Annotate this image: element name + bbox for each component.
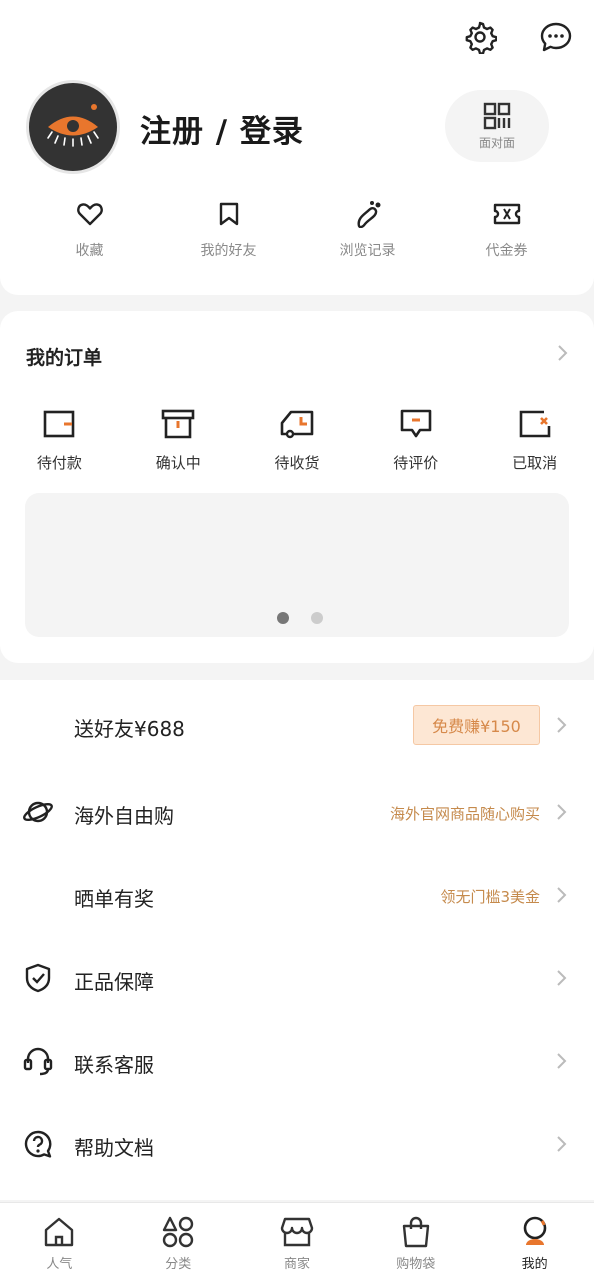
menu-item-help-docs[interactable]: 帮助文档 [0,1124,594,1164]
chevron-right-icon [557,1053,567,1069]
messages-button[interactable] [536,17,576,57]
menu-item-label: 晒单有奖 [74,887,154,911]
wallet-icon [44,410,75,438]
order-status-awaiting-review[interactable]: 待评价 [356,408,475,473]
menu-item-label: 送好友¥688 [74,717,185,741]
carousel-dot-active[interactable] [277,612,289,624]
quick-link-label: 收藏 [75,243,104,259]
quick-link-label: 代金券 [485,243,528,259]
planet-icon [22,796,54,828]
menu-item-label: 海外自由购 [74,804,174,828]
menu-item-label: 联系客服 [74,1053,154,1077]
carousel-indicator [277,612,323,624]
menu-item-label: 正品保障 [74,970,154,994]
order-status-cancelled[interactable]: 已取消 [475,408,594,473]
order-status-awaiting-delivery[interactable]: 待收货 [238,408,357,473]
avatar[interactable] [26,80,120,174]
order-status-label: 已取消 [512,454,558,472]
archive-box-icon [161,409,195,439]
menu-item-label: 帮助文档 [74,1136,154,1160]
qr-code-icon [483,102,511,129]
gear-icon [465,21,497,54]
headset-icon [22,1045,54,1077]
quick-link-label: 浏览记录 [339,243,396,259]
chat-bubble-icon [540,22,572,52]
order-status-confirming[interactable]: 确认中 [119,408,238,473]
carousel-dot[interactable] [311,612,323,624]
tab-popular[interactable]: 人气 [0,1203,119,1280]
quick-link-vouchers[interactable]: 代金券 [437,200,576,260]
home-icon [45,1217,74,1247]
cancel-box-icon [519,410,550,438]
tab-merchants[interactable]: 商家 [238,1203,357,1280]
order-status-pending-payment[interactable]: 待付款 [0,408,119,473]
tab-category[interactable]: 分类 [119,1203,238,1280]
settings-button[interactable] [460,17,500,57]
chevron-right-icon [557,804,567,820]
quick-link-history[interactable]: 浏览记录 [298,200,437,260]
earn-badge[interactable]: 免费赚¥150 [413,705,540,745]
order-status-label: 待收货 [274,454,320,472]
face-to-face-label: 面对面 [478,135,515,150]
review-bubble-icon [400,409,432,438]
tab-label: 人气 [46,1257,73,1272]
footprint-icon [356,201,380,228]
shopping-bag-icon [402,1216,429,1248]
quick-link-friends[interactable]: 我的好友 [159,200,298,260]
face-to-face-button[interactable]: 面对面 [445,90,549,162]
chevron-right-icon [557,1136,567,1152]
heart-icon [76,203,103,226]
tab-label: 我的 [521,1257,548,1272]
profile-icon [523,1216,546,1245]
chevron-right-icon[interactable] [556,343,570,363]
ticket-icon [493,203,520,225]
order-status-row: 待付款 确认中 待收货 待评价 已取消 [0,408,594,473]
menu-list [0,680,594,1200]
menu-item-gift-friend[interactable]: 送好友¥688 免费赚¥150 [0,705,594,745]
chevron-right-icon [557,970,567,986]
menu-item-hint: 领无门槛3美金 [440,888,540,906]
tab-label: 分类 [165,1257,192,1272]
store-icon [280,1217,314,1247]
tab-mine[interactable]: 我的 [475,1203,594,1280]
menu-item-customer-service[interactable]: 联系客服 [0,1041,594,1081]
eye-logo-icon [47,104,99,147]
order-status-label: 确认中 [155,454,201,472]
chevron-right-icon [557,887,567,903]
shield-check-icon [22,962,54,994]
menu-item-overseas-shopping[interactable]: 海外自由购 海外官网商品随心购买 [0,792,594,832]
quick-links: 收藏 我的好友 浏览记录 代金券 [0,200,594,260]
chevron-right-icon [557,717,567,733]
question-bubble-icon [22,1128,54,1160]
order-status-label: 待评价 [393,454,439,472]
order-status-label: 待付款 [36,454,82,472]
truck-icon [280,410,314,439]
menu-item-authenticity[interactable]: 正品保障 [0,958,594,998]
login-register-link[interactable]: 注册 / 登录 [140,106,304,151]
quick-link-favorites[interactable]: 收藏 [20,200,159,260]
tab-label: 购物袋 [396,1257,436,1272]
category-icon [162,1216,194,1248]
bottom-tab-bar: 人气 分类 商家 购物袋 我的 [0,1202,594,1280]
tab-shopping-bag[interactable]: 购物袋 [356,1203,475,1280]
quick-link-label: 我的好友 [200,243,257,259]
menu-item-share-reward[interactable]: 晒单有奖 领无门槛3美金 [0,875,594,915]
menu-item-hint: 海外官网商品随心购买 [389,805,540,823]
tab-label: 商家 [283,1257,310,1272]
orders-title[interactable]: 我的订单 [26,343,102,370]
bookmark-icon [219,202,238,226]
